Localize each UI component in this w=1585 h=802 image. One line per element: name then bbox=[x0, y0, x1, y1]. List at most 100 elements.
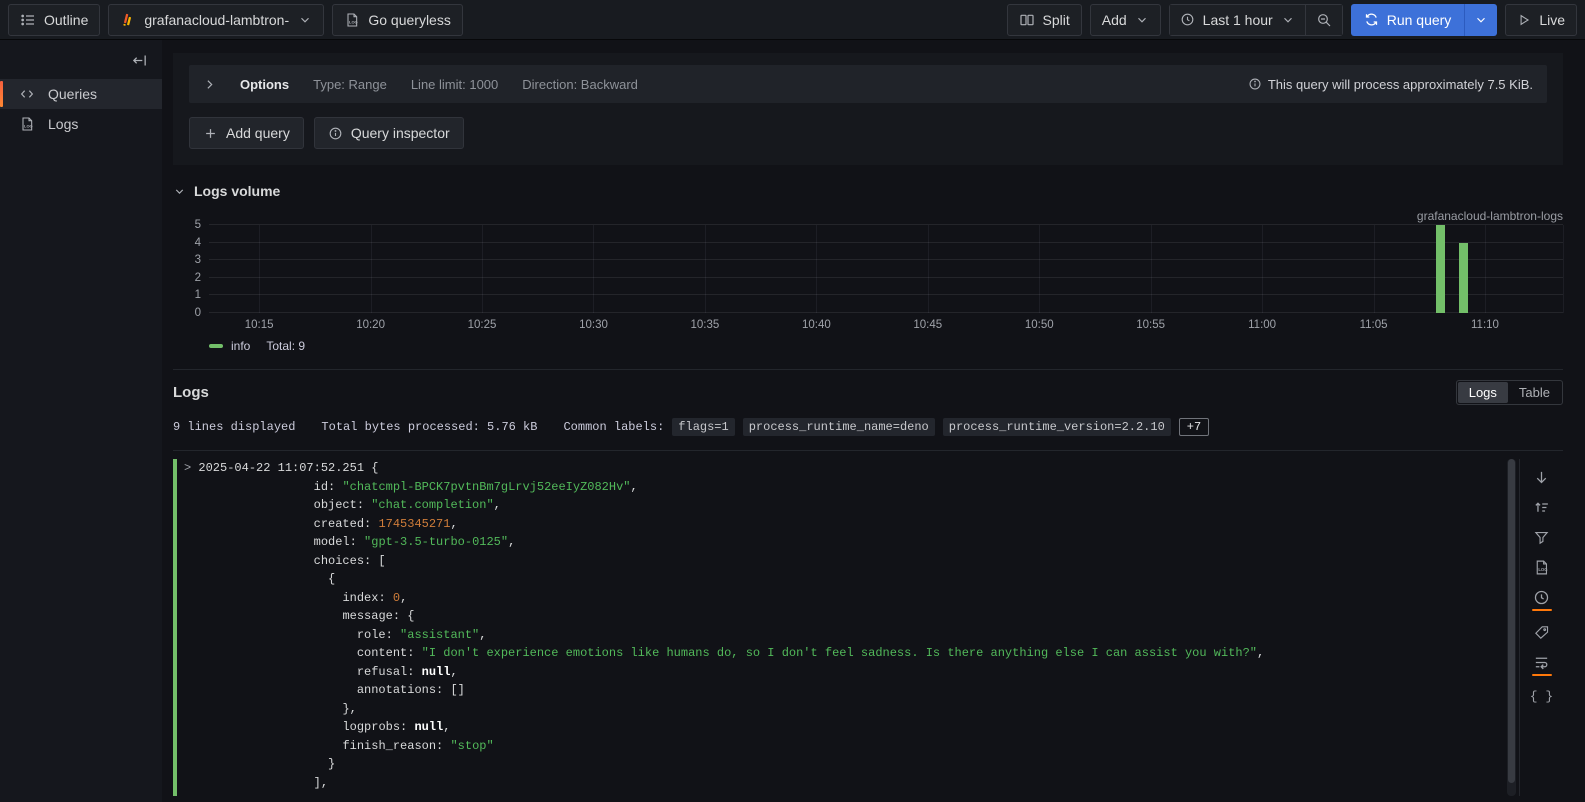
x-tick-label: 10:15 bbox=[245, 319, 274, 331]
queries-panel: Options Type: Range Line limit: 1000 Dir… bbox=[173, 53, 1563, 165]
y-tick-label: 4 bbox=[195, 237, 201, 249]
active-indicator bbox=[0, 81, 3, 107]
run-query-dropdown[interactable] bbox=[1464, 4, 1497, 36]
arrow-to-left-icon bbox=[131, 52, 148, 69]
label-chip: process_runtime_name=deno bbox=[743, 418, 935, 436]
log-json-line: message: { bbox=[184, 607, 1264, 626]
x-gridline bbox=[1039, 225, 1040, 313]
split-label: Split bbox=[1043, 12, 1070, 28]
logs-volume-title: Logs volume bbox=[194, 183, 280, 199]
go-queryless-label: Go queryless bbox=[368, 12, 450, 28]
logs-rows: > 2025-04-22 11:07:52.251 { id: "chatcmp… bbox=[173, 450, 1563, 796]
x-gridline bbox=[928, 225, 929, 313]
code-icon bbox=[19, 86, 35, 102]
volume-bar[interactable] bbox=[1436, 225, 1445, 313]
more-labels-button[interactable]: +7 bbox=[1179, 418, 1209, 436]
toolbar-right: Split Add Last 1 hour bbox=[1007, 4, 1578, 36]
scroll-to-bottom-button[interactable] bbox=[1529, 467, 1555, 488]
y-axis: 012345 bbox=[173, 225, 209, 313]
x-tick-label: 10:30 bbox=[579, 319, 608, 331]
y-gridline bbox=[209, 259, 1563, 260]
unique-labels-button[interactable] bbox=[1529, 622, 1555, 643]
options-toggle[interactable]: Options bbox=[240, 77, 289, 92]
toggle-table[interactable]: Table bbox=[1508, 382, 1561, 403]
prettify-json-button[interactable]: { } bbox=[1529, 687, 1555, 706]
outline-button[interactable]: Outline bbox=[8, 4, 100, 36]
common-labels-caption: Common labels: bbox=[563, 420, 664, 434]
active-indicator bbox=[1532, 609, 1552, 611]
info-circle-icon bbox=[1248, 77, 1262, 91]
toolbar-left: Outline grafanacloud-lambtron-lo LOG Go … bbox=[8, 4, 463, 36]
log-json-line: model: "gpt-3.5-turbo-0125", bbox=[184, 533, 1264, 552]
log-file-icon: LOG bbox=[1533, 559, 1550, 576]
x-tick-label: 10:25 bbox=[468, 319, 497, 331]
explore-content: Queries LOG Logs Options Type: Range Lin… bbox=[0, 40, 1585, 802]
sidebar-item-queries[interactable]: Queries bbox=[0, 79, 162, 109]
split-button[interactable]: Split bbox=[1007, 4, 1082, 36]
toggle-logs[interactable]: Logs bbox=[1458, 382, 1508, 403]
datasource-picker[interactable]: grafanacloud-lambtron-lo bbox=[108, 4, 324, 36]
wrap-text-icon bbox=[1533, 654, 1550, 671]
explore-main: Options Type: Range Line limit: 1000 Dir… bbox=[173, 40, 1585, 802]
log-json-line: role: "assistant", bbox=[184, 626, 1264, 645]
x-gridline bbox=[1262, 225, 1263, 313]
split-icon bbox=[1019, 12, 1035, 28]
x-gridline bbox=[482, 225, 483, 313]
log-json-line: id: "chatcmpl-BPCK7pvtnBm7gLrvj52eeIyZ08… bbox=[184, 478, 1264, 497]
chevron-right-icon[interactable] bbox=[203, 78, 216, 91]
y-gridline bbox=[209, 277, 1563, 278]
chart-legend: info Total: 9 bbox=[209, 339, 1563, 353]
y-gridline bbox=[209, 294, 1563, 295]
zoom-out-time-button[interactable] bbox=[1305, 5, 1342, 35]
add-button[interactable]: Add bbox=[1090, 4, 1161, 36]
zoom-out-icon bbox=[1316, 12, 1332, 28]
option-type: Type: Range bbox=[313, 77, 387, 92]
scrollbar-thumb[interactable] bbox=[1508, 459, 1515, 783]
chevron-down-icon bbox=[1474, 13, 1488, 27]
add-query-button[interactable]: Add query bbox=[189, 117, 304, 149]
log-json-line: object: "chat.completion", bbox=[184, 496, 1264, 515]
x-axis: 10:1510:2010:2510:3010:3510:4010:4510:50… bbox=[209, 313, 1563, 337]
dedup-logs-button[interactable]: LOG bbox=[1529, 557, 1555, 578]
chevron-down-icon bbox=[1281, 13, 1295, 27]
y-tick-label: 0 bbox=[195, 307, 201, 319]
x-gridline bbox=[371, 225, 372, 313]
lines-displayed: 9 lines displayed bbox=[173, 420, 295, 434]
logs-table-toggle: Logs Table bbox=[1456, 380, 1563, 405]
logs-scrollbar[interactable] bbox=[1507, 459, 1516, 796]
log-json-line: content: "I don't experience emotions li… bbox=[184, 644, 1264, 663]
arrow-down-icon bbox=[1533, 469, 1550, 486]
log-json-line: } bbox=[184, 755, 1264, 774]
sidebar-item-label: Logs bbox=[48, 116, 78, 132]
logs-volume-header[interactable]: Logs volume bbox=[173, 183, 1563, 199]
sync-icon bbox=[1364, 12, 1379, 27]
log-json-line: { bbox=[184, 570, 1264, 589]
query-inspector-button[interactable]: Query inspector bbox=[314, 117, 464, 149]
chevron-down-icon bbox=[298, 13, 312, 27]
run-query-label: Run query bbox=[1387, 12, 1452, 28]
log-json-line: ], bbox=[184, 774, 1264, 793]
wrap-lines-button[interactable] bbox=[1529, 652, 1555, 678]
run-query-button[interactable]: Run query bbox=[1351, 4, 1465, 36]
sort-order-button[interactable] bbox=[1529, 497, 1555, 518]
x-tick-label: 10:40 bbox=[802, 319, 831, 331]
filter-button[interactable] bbox=[1529, 527, 1555, 548]
svg-text:LOG: LOG bbox=[1538, 567, 1548, 572]
logs-meta-row: 9 lines displayed Total bytes processed:… bbox=[173, 418, 1563, 436]
show-time-button[interactable] bbox=[1529, 587, 1555, 613]
logs-volume-plot[interactable] bbox=[209, 225, 1563, 313]
sidebar-item-label: Queries bbox=[48, 86, 97, 102]
go-queryless-button[interactable]: LOG Go queryless bbox=[332, 4, 462, 36]
legend-series-label[interactable]: info bbox=[231, 339, 250, 353]
log-json-line: finish_reason: "stop" bbox=[184, 737, 1264, 756]
query-inspector-label: Query inspector bbox=[351, 125, 450, 141]
live-button[interactable]: Live bbox=[1505, 4, 1577, 36]
volume-bar[interactable] bbox=[1459, 243, 1468, 313]
x-gridline bbox=[816, 225, 817, 313]
x-tick-label: 11:05 bbox=[1360, 319, 1388, 331]
log-row[interactable]: > 2025-04-22 11:07:52.251 { id: "chatcmp… bbox=[173, 459, 1504, 796]
collapse-sidebar-button[interactable] bbox=[131, 52, 148, 69]
sidebar-item-logs[interactable]: LOG Logs bbox=[0, 109, 162, 139]
time-range-label: Last 1 hour bbox=[1203, 12, 1273, 28]
time-range-button[interactable]: Last 1 hour bbox=[1170, 5, 1305, 35]
